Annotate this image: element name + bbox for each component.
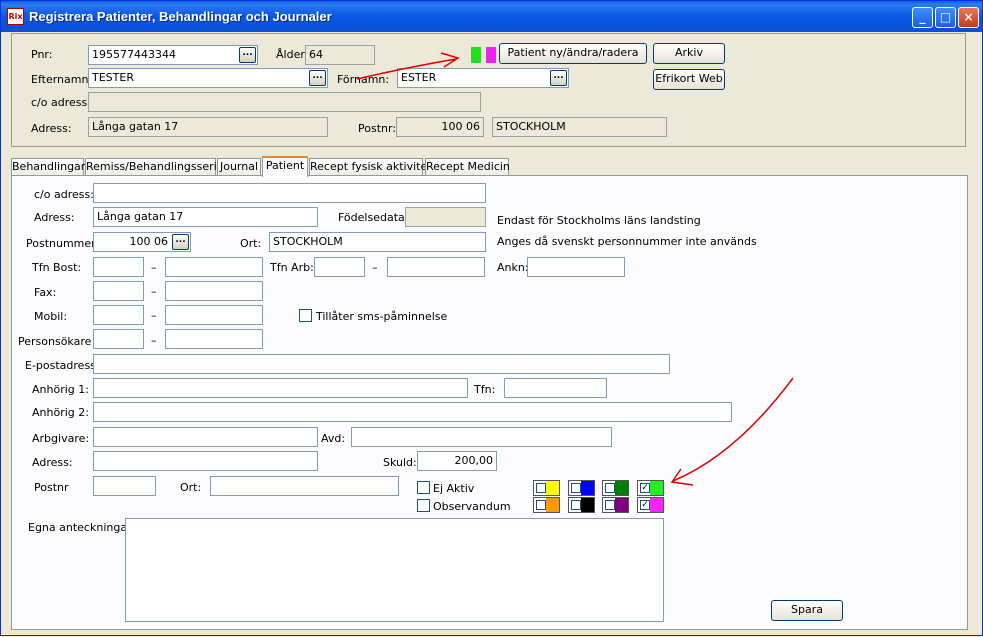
tab-patient[interactable]: Patient (262, 156, 308, 177)
annotation-arrow-status (356, 58, 457, 80)
main-window: Rix Registrera Patienter, Behandlingar o… (0, 0, 983, 636)
annotation-arrow-swatches (672, 377, 794, 482)
annotation-arrows (356, 52, 794, 486)
